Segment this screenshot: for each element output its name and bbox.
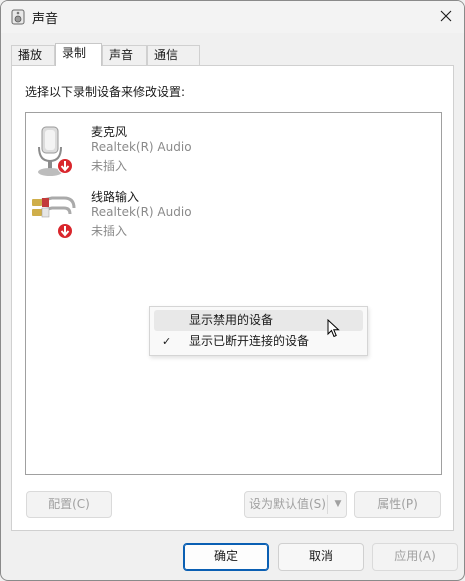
speaker-icon: [11, 9, 25, 25]
microphone-icon: [38, 126, 73, 176]
properties-button[interactable]: 属性(P): [354, 491, 441, 518]
device-name: 线路输入: [91, 190, 140, 204]
close-icon: [440, 10, 452, 22]
device-list[interactable]: 麦克风 Realtek(R) Audio 未插入 线路输入 Realtek(R)…: [25, 112, 442, 475]
mouse-pointer-icon: [327, 319, 340, 338]
split-divider: [327, 495, 328, 514]
device-driver: Realtek(R) Audio: [91, 140, 192, 154]
sound-dialog: 声音 播放 录制 声音 通信 选择以下录制设备来修改设置: 麦克风 Realte…: [0, 0, 465, 581]
list-item-microphone[interactable]: 麦克风 Realtek(R) Audio 未插入: [30, 123, 410, 185]
set-default-label[interactable]: 设为默认值(S): [249, 492, 326, 517]
menu-item-label: 显示已断开连接的设备: [189, 334, 310, 348]
menu-item-label: 显示禁用的设备: [189, 313, 274, 327]
device-status: 未插入: [91, 224, 128, 238]
window-title: 声音: [32, 12, 59, 27]
cancel-button[interactable]: 取消: [278, 543, 364, 571]
list-item-line-in[interactable]: 线路输入 Realtek(R) Audio 未插入: [30, 188, 410, 250]
set-default-split-button[interactable]: 设为默认值(S) ▼: [244, 491, 347, 518]
title-bar: 声音: [1, 1, 464, 33]
configure-button[interactable]: 配置(C): [26, 491, 112, 518]
tab-recording[interactable]: 录制: [55, 43, 102, 66]
chevron-down-icon[interactable]: ▼: [333, 492, 343, 517]
device-driver: Realtek(R) Audio: [91, 205, 192, 219]
device-name: 麦克风: [91, 125, 128, 139]
tab-sounds[interactable]: 声音: [102, 45, 147, 65]
tab-playback[interactable]: 播放: [11, 45, 55, 65]
panel-instruction: 选择以下录制设备来修改设置:: [25, 85, 186, 99]
line-in-icon: [32, 196, 76, 239]
ok-button[interactable]: 确定: [183, 543, 269, 571]
tab-communications[interactable]: 通信: [147, 45, 200, 65]
close-button[interactable]: [432, 3, 460, 29]
recording-panel: 选择以下录制设备来修改设置: 麦克风 Realtek(R) Audio 未插入: [11, 65, 454, 531]
device-status: 未插入: [91, 159, 128, 173]
apply-button[interactable]: 应用(A): [372, 543, 458, 571]
checkmark-icon: ✓: [162, 335, 172, 348]
